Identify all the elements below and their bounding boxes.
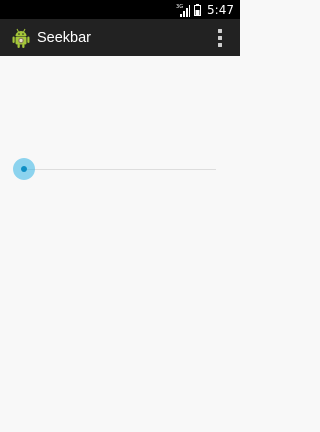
seekbar-thumb-center — [21, 166, 27, 172]
seekbar-track[interactable] — [24, 168, 216, 170]
android-robot-icon[interactable] — [11, 27, 31, 49]
overflow-dot — [218, 29, 222, 33]
action-bar: Seekbar — [0, 19, 240, 56]
seekbar-thumb[interactable] — [13, 158, 35, 180]
network-type-label: 3G — [176, 4, 184, 10]
main-content — [0, 56, 240, 432]
overflow-dot — [218, 36, 222, 40]
status-bar: 3G 5:47 — [0, 0, 240, 19]
overflow-dot — [218, 43, 222, 47]
overflow-menu-icon[interactable] — [217, 28, 223, 48]
status-icons: 3G 5:47 — [176, 0, 234, 19]
status-time: 5:47 — [207, 2, 234, 17]
seekbar[interactable] — [12, 157, 218, 181]
battery-icon — [194, 3, 202, 16]
signal-icon: 3G — [176, 3, 191, 17]
app-title: Seekbar — [37, 29, 92, 46]
